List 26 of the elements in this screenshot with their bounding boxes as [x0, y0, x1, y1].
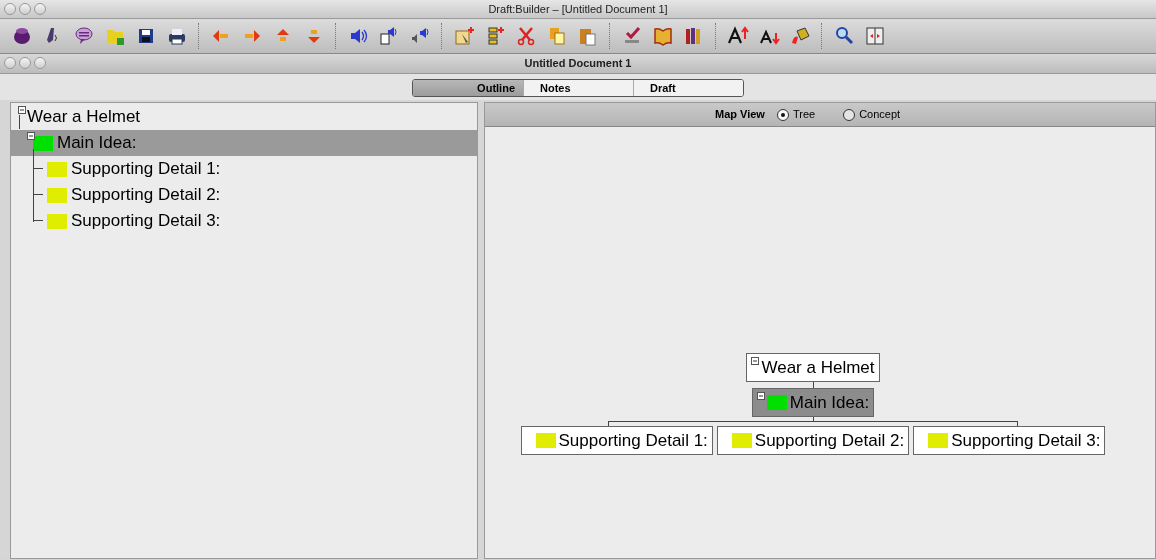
- speech-bubble-icon[interactable]: [72, 25, 95, 47]
- tab[interactable]: Outline: [413, 80, 523, 96]
- map-node[interactable]: Main Idea:: [751, 388, 875, 417]
- collapse-icon[interactable]: [751, 357, 760, 365]
- outline-item[interactable]: Supporting Detail 1:: [71, 156, 221, 182]
- outline-item[interactable]: Wear a Helmet: [27, 104, 141, 130]
- map-node[interactable]: Supporting Detail 2:: [716, 426, 910, 455]
- new-note-icon[interactable]: [452, 25, 475, 47]
- label: Map View: [715, 107, 765, 123]
- radio-button[interactable]: Concept: [843, 106, 901, 123]
- map-node[interactable]: Supporting Detail 1:: [520, 426, 713, 455]
- tab[interactable]: Draft: [633, 80, 743, 96]
- window-title: Draft:Builder – [Untitled Document 1]: [488, 1, 668, 17]
- window-title: Untitled Document 1: [524, 56, 632, 72]
- collapse-icon[interactable]: [756, 392, 765, 400]
- collapse-icon[interactable]: [27, 132, 35, 140]
- collapse-icon[interactable]: [18, 106, 26, 114]
- book-icon[interactable]: [651, 25, 674, 47]
- map-node[interactable]: Supporting Detail 3:: [913, 426, 1106, 455]
- outline-item[interactable]: Supporting Detail 3:: [71, 208, 221, 234]
- speaker-page-icon[interactable]: [377, 25, 400, 47]
- outline-item[interactable]: Supporting Detail 2:: [71, 182, 221, 208]
- map-node[interactable]: Wear a Helmet: [746, 353, 880, 382]
- split-view-icon[interactable]: [863, 25, 886, 47]
- radio-button[interactable]: Tree: [776, 106, 816, 123]
- outline-item[interactable]: Main Idea:: [57, 130, 137, 156]
